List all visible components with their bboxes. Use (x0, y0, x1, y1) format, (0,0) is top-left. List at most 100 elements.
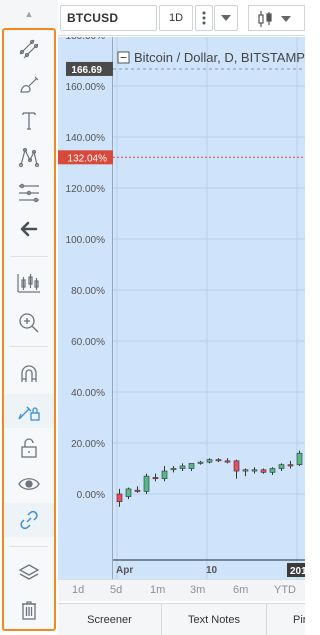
trash-icon (22, 601, 36, 620)
candle-body (152, 477, 159, 479)
candle (206, 458, 213, 464)
price-scale[interactable]: 0.00% 20.00% 40.00% 60.00% 80.00% 100.00% 120.… (58, 37, 113, 579)
lock-drawing-mode-button[interactable] (4, 394, 54, 428)
price-scale-labels: 0.00% 20.00% 40.00% 60.00% 80.00% 100.00% 120.… (58, 37, 113, 501)
remove-drawings-button[interactable] (4, 593, 54, 627)
trend-line-icon (19, 39, 39, 59)
candle-body (161, 470, 168, 479)
time-tick-label: 10 (206, 565, 218, 576)
price-tick-label: 60.00% (71, 337, 105, 348)
candle (197, 460, 204, 465)
toolbar-divider (10, 346, 48, 347)
last-value-label: 132.04% (68, 153, 108, 164)
tab-text-notes[interactable]: Text Notes (162, 604, 267, 635)
candle-body (242, 469, 249, 472)
candle-body (134, 489, 141, 492)
candle-body (197, 461, 204, 464)
text-tool-button[interactable] (4, 104, 54, 138)
candle-body (251, 469, 258, 472)
candle-body (125, 488, 132, 497)
resolution-label: 1D (169, 12, 184, 24)
candle (296, 450, 303, 466)
candle (152, 473, 159, 482)
candle-body (143, 475, 150, 492)
candle-body (278, 464, 285, 469)
timeframe-5d-button[interactable]: 5d (110, 584, 122, 596)
price-tick-label: 80.00% (71, 286, 105, 297)
object-tree-button[interactable] (4, 556, 54, 590)
timeframe-1m-button[interactable]: 1m (150, 584, 165, 596)
candle (251, 467, 258, 474)
lock-drawing-icon (18, 406, 40, 421)
legend-title: Bitcoin / Dollar, D, BITSTAMP (134, 50, 305, 65)
candle (224, 458, 231, 464)
sync-drawings-button[interactable] (4, 503, 54, 537)
candle (287, 460, 294, 469)
chart-legend[interactable]: Bitcoin / Dollar, D, BITSTAMP (117, 50, 305, 65)
resolution-button[interactable]: 1D (159, 5, 193, 31)
price-tick-label: 0.00% (77, 490, 105, 501)
timeframe-1d-button[interactable]: 1d (72, 584, 84, 596)
timeframe-6m-button[interactable]: 6m (233, 584, 248, 596)
candle (188, 463, 195, 472)
candles-icon (258, 11, 272, 27)
more-options-button[interactable] (195, 5, 213, 31)
toolbar-scroll-up-button[interactable]: ▲ (0, 0, 58, 28)
candle-body (269, 468, 276, 473)
magnet-icon (21, 365, 37, 382)
chart-type-button[interactable] (248, 5, 305, 31)
candle-body (260, 469, 267, 473)
tab-pine[interactable]: Pine (267, 604, 305, 635)
brush-icon (20, 76, 39, 93)
app-root: ▲ BTCUSD 1D 0.00% 20.00% 40.00% 60.00% 8… (0, 0, 305, 635)
time-tick-label: Apr (116, 565, 133, 576)
symbol-label: BTCUSD (67, 11, 119, 25)
candle (161, 465, 168, 482)
timeframe-3m-button[interactable]: 3m (190, 584, 205, 596)
brush-tool-button[interactable] (4, 68, 54, 102)
candle (134, 486, 141, 493)
candle-body (206, 459, 213, 463)
candle (260, 468, 267, 474)
measure-tool-button[interactable] (4, 266, 54, 300)
chart-pane[interactable]: 0.00% 20.00% 40.00% 60.00% 80.00% 100.00% 120.… (58, 37, 305, 579)
time-cursor-label: 201 (290, 566, 305, 577)
chart-header-toolbar: BTCUSD 1D (58, 0, 305, 36)
toolbar-divider (10, 256, 48, 257)
timeframe-ytd-button[interactable]: YTD (274, 584, 296, 596)
timeframe-bar: 1d 5d 1m 3m 6m YTD (58, 579, 305, 601)
visibility-button[interactable] (4, 467, 54, 501)
tab-screener[interactable]: Screener (58, 604, 162, 635)
price-tick-label: 40.00% (71, 388, 105, 399)
plot-area[interactable]: Apr 10 201 Bitcoin / Dollar, D, BITSTAMP (113, 37, 305, 579)
candle (215, 458, 222, 463)
fib-tool-button[interactable] (4, 176, 54, 210)
symbol-search-input[interactable]: BTCUSD (60, 5, 157, 31)
toolbar-divider (10, 546, 48, 547)
chevron-up-icon: ▲ (24, 9, 34, 19)
candle (116, 488, 123, 507)
link-icon (20, 510, 38, 530)
candle-body (224, 460, 231, 463)
price-tick-label: 180.00% (66, 37, 106, 42)
layers-icon (18, 564, 40, 580)
zoom-tool-button[interactable] (4, 306, 54, 340)
price-tick-label: 140.00% (66, 133, 106, 144)
back-arrow-button[interactable] (4, 212, 54, 246)
price-tick-label: 120.00% (66, 184, 106, 195)
candlestick-plot: Apr 10 201 Bitcoin / Dollar, D, BITSTAMP (113, 37, 305, 579)
bottom-tabs: Screener Text Notes Pine (58, 603, 305, 635)
magnet-button[interactable] (4, 357, 54, 391)
vertical-dots-icon (202, 11, 206, 25)
candle (278, 463, 285, 472)
zoom-icon (19, 313, 39, 333)
unlock-button[interactable] (4, 431, 54, 465)
drawing-toolbar (2, 28, 56, 631)
resolution-dropdown-button[interactable] (214, 5, 238, 31)
candle (170, 465, 177, 473)
trend-line-tool-button[interactable] (4, 32, 54, 66)
price-tick-label: 20.00% (71, 439, 105, 450)
candle-body (188, 463, 195, 469)
pattern-tool-button[interactable] (4, 140, 54, 174)
back-arrow-icon (20, 221, 38, 237)
